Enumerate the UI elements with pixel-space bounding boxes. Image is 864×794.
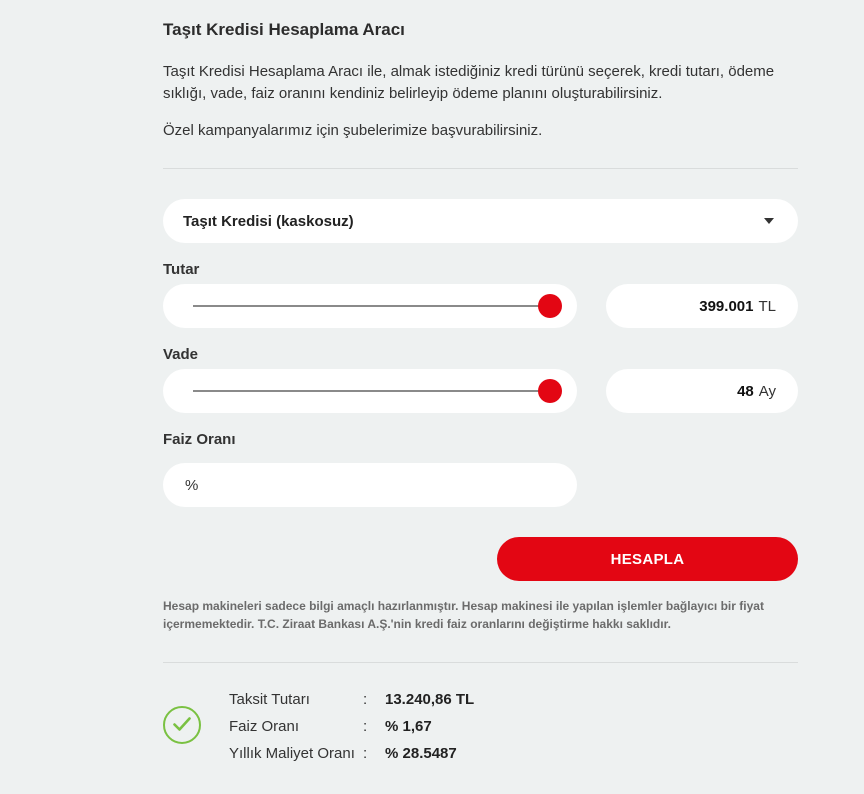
credit-type-select[interactable]: Taşıt Kredisi (kaskosuz): [163, 199, 798, 243]
campaign-note: Özel kampanyalarımız için şubelerimize b…: [163, 122, 543, 139]
divider: [163, 662, 798, 663]
disclaimer-text: Hesap makineleri sadece bilgi amaçlı haz…: [163, 599, 764, 631]
vade-value: 48: [737, 382, 754, 400]
tutar-unit: TL: [758, 297, 776, 315]
vade-label: Vade: [163, 346, 199, 363]
page-title: Taşıt Kredisi Hesaplama Aracı: [163, 20, 405, 39]
tutar-slider-thumb[interactable]: [538, 294, 562, 318]
check-circle-icon: [163, 706, 201, 744]
result-value: % 28.5487: [385, 745, 457, 762]
result-label: Faiz Oranı: [229, 718, 300, 735]
result-label: Yıllık Maliyet Oranı: [229, 745, 355, 762]
vade-input[interactable]: 48 Ay: [606, 369, 798, 413]
page-description: Taşıt Kredisi Hesaplama Aracı ile, almak…: [163, 63, 775, 102]
tutar-slider[interactable]: [163, 284, 577, 328]
faiz-input[interactable]: %: [163, 463, 577, 507]
tutar-slider-track[interactable]: [193, 305, 550, 307]
tutar-label: Tutar: [163, 261, 200, 278]
result-panel: Taksit Tutarı : 13.240,86 TL Faiz Oranı …: [163, 688, 643, 768]
chevron-down-icon[interactable]: [764, 218, 774, 224]
tutar-value: 399.001: [699, 297, 754, 315]
result-value: % 1,67: [385, 718, 432, 735]
credit-type-value: Taşıt Kredisi (kaskosuz): [183, 212, 354, 230]
result-separator: :: [363, 718, 368, 735]
vade-slider[interactable]: [163, 369, 577, 413]
result-separator: :: [363, 691, 368, 708]
vade-unit: Ay: [758, 382, 776, 400]
divider: [163, 168, 798, 169]
tutar-input[interactable]: 399.001 TL: [606, 284, 798, 328]
result-value: 13.240,86 TL: [385, 691, 475, 708]
vade-slider-thumb[interactable]: [538, 379, 562, 403]
vade-slider-track[interactable]: [193, 390, 550, 392]
faiz-label: Faiz Oranı: [163, 431, 236, 448]
hesapla-button[interactable]: HESAPLA: [497, 537, 798, 581]
faiz-placeholder: %: [185, 476, 199, 494]
result-label: Taksit Tutarı: [229, 691, 310, 708]
result-separator: :: [363, 745, 368, 762]
